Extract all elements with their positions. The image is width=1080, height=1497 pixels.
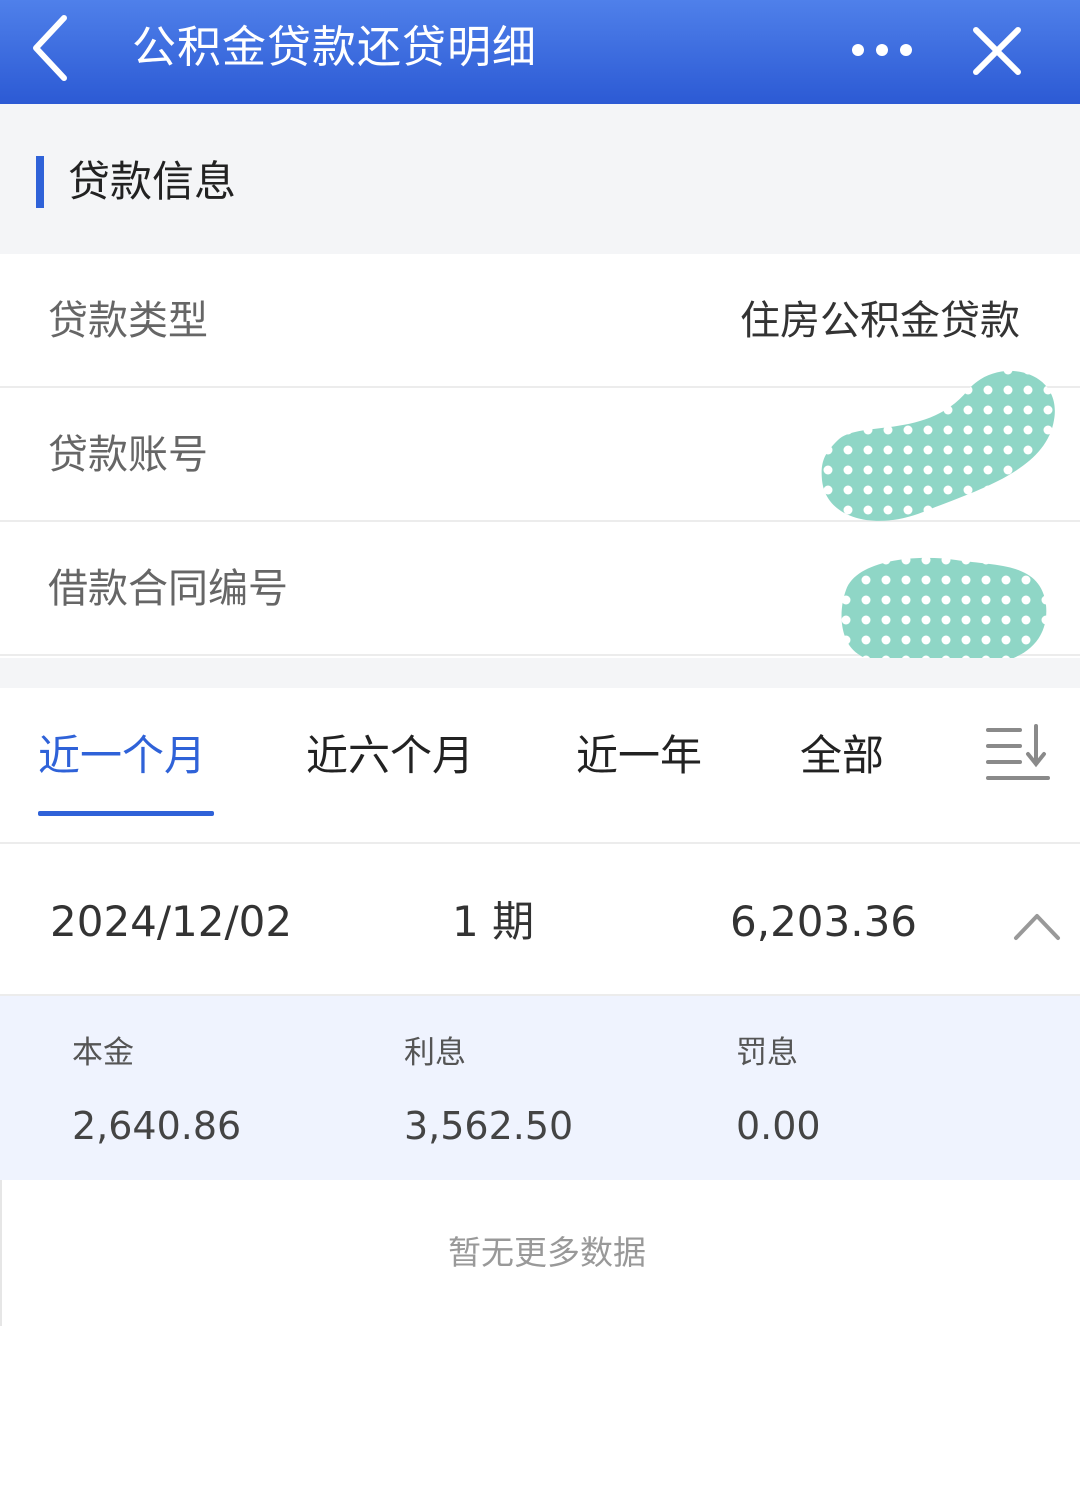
tab-all[interactable]: 全部 — [800, 728, 884, 784]
penalty-label: 罚息 — [736, 1035, 798, 1071]
loan-info-section-header: 贷款信息 — [0, 104, 1080, 254]
tab-last-month[interactable]: 近一个月 — [38, 728, 206, 784]
record-date: 2024/12/02 — [50, 897, 293, 946]
close-icon[interactable] — [970, 24, 1024, 78]
penalty-column: 罚息 0.00 — [736, 1032, 821, 1152]
section-gap — [0, 658, 1080, 688]
interest-label: 利息 — [404, 1035, 466, 1071]
loan-account-label: 贷款账号 — [48, 432, 208, 478]
record-amount: 6,203.36 — [730, 897, 918, 946]
sort-descending-icon[interactable] — [984, 722, 1052, 784]
redaction-blob — [841, 557, 1047, 666]
redaction-blob — [821, 370, 1055, 521]
record-details-panel: 本金 2,640.86 利息 3,562.50 罚息 0.00 — [0, 996, 1080, 1180]
loan-type-label: 贷款类型 — [48, 298, 208, 344]
section-accent-bar — [36, 156, 44, 208]
principal-value: 2,640.86 — [72, 1104, 242, 1148]
page-title: 公积金贷款还贷明细 — [132, 22, 537, 73]
record-period: 1 期 — [452, 897, 535, 946]
section-title: 贷款信息 — [68, 157, 237, 206]
principal-column: 本金 2,640.86 — [72, 1032, 241, 1152]
more-icon[interactable] — [850, 40, 914, 60]
repayment-record-row[interactable]: 2024/12/02 1 期 6,203.36 — [0, 846, 1080, 996]
chevron-left-icon[interactable] — [28, 12, 76, 84]
active-tab-indicator — [38, 811, 214, 816]
no-more-data-text: 暂无更多数据 — [448, 1233, 646, 1272]
app-header: 公积金贷款还贷明细 — [0, 0, 1080, 104]
penalty-value: 0.00 — [736, 1104, 821, 1148]
tab-last-six-months[interactable]: 近六个月 — [306, 728, 474, 784]
chevron-up-icon[interactable] — [1012, 908, 1062, 942]
interest-value: 3,562.50 — [404, 1104, 574, 1148]
principal-label: 本金 — [72, 1035, 134, 1071]
loan-type-value: 住房公积金贷款 — [740, 298, 1020, 344]
period-tabs: 近一个月 近六个月 近一年 全部 — [0, 688, 1080, 844]
contract-number-label: 借款合同编号 — [48, 566, 288, 612]
tab-last-year[interactable]: 近一年 — [576, 728, 702, 784]
interest-column: 利息 3,562.50 — [404, 1032, 573, 1152]
